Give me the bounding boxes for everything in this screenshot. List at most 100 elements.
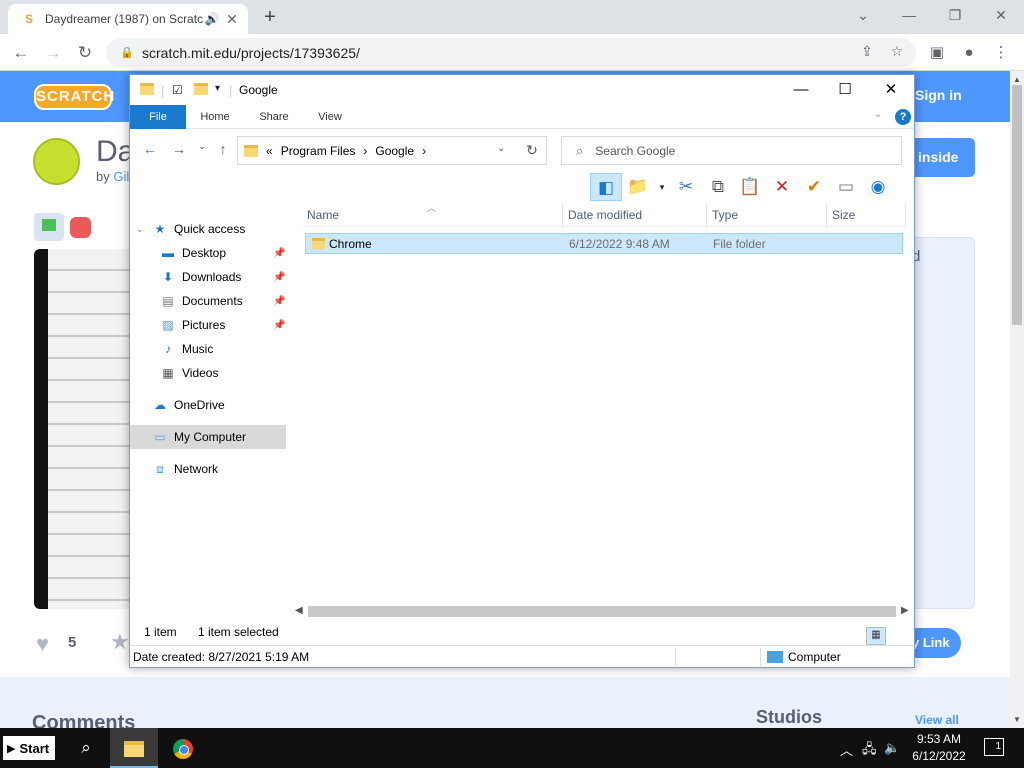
nav-pictures[interactable]: ▨ Pictures 📌 <box>130 313 286 337</box>
nav-downloads[interactable]: ⬇ Downloads 📌 <box>130 265 286 289</box>
forward-arrow-icon[interactable]: → <box>40 40 66 66</box>
back-arrow-icon[interactable]: ← <box>140 141 160 157</box>
checkmark-icon[interactable]: ✔ <box>798 173 830 201</box>
column-name[interactable]: Name <box>307 208 339 222</box>
close-button[interactable]: ✕ <box>868 79 914 101</box>
column-separator[interactable] <box>905 203 906 227</box>
nav-documents[interactable]: ▤ Documents 📌 <box>130 289 286 313</box>
large-icons-view-icon[interactable]: ▦ <box>866 627 886 645</box>
breadcrumb-program-files[interactable]: Program Files <box>281 144 356 158</box>
tab-search-icon[interactable]: ⌄ <box>840 4 886 26</box>
column-date-modified[interactable]: Date modified <box>568 208 642 222</box>
copy-icon[interactable]: ⧉ <box>702 173 734 201</box>
share-icon[interactable]: ⇪ <box>856 43 878 63</box>
nav-quick-access[interactable]: ⌄ ★ Quick access <box>130 217 286 241</box>
file-explorer-icon[interactable] <box>110 728 158 768</box>
scroll-thumb[interactable] <box>308 606 896 617</box>
back-arrow-icon[interactable]: ← <box>8 40 34 66</box>
search-box[interactable]: ⌕ Search Google <box>561 136 902 165</box>
scratch-logo[interactable]: SCRATCH <box>34 84 114 110</box>
chevron-up-icon[interactable]: ︿ <box>840 740 853 759</box>
expand-ribbon-icon[interactable]: ⌄ <box>874 109 882 120</box>
notification-icon[interactable]: 1 <box>984 738 1004 756</box>
file-row-chrome[interactable]: Chrome 6/12/2022 9:48 AM File folder <box>305 233 903 254</box>
tab-home[interactable]: Home <box>190 105 240 129</box>
cut-icon[interactable]: ✂ <box>670 173 702 201</box>
delete-icon[interactable]: ✕ <box>766 173 798 201</box>
new-folder-icon[interactable] <box>194 83 208 98</box>
minimize-button[interactable]: — <box>778 79 824 101</box>
nav-network[interactable]: ⧈ Network <box>130 457 286 481</box>
minimize-button[interactable]: — <box>886 4 932 26</box>
heart-icon[interactable]: ♥ <box>36 631 49 657</box>
column-type[interactable]: Type <box>712 208 738 222</box>
forward-arrow-icon[interactable]: → <box>169 141 189 157</box>
paste-icon[interactable]: 📋 <box>734 173 766 201</box>
tab-share[interactable]: Share <box>250 105 298 129</box>
customize-qat-icon[interactable]: ▾ <box>215 83 220 94</box>
clock[interactable]: 9:53 AM 6/12/2022 <box>904 731 974 765</box>
properties-icon[interactable]: ☑ <box>172 83 183 97</box>
chevron-right-icon[interactable]: › <box>363 144 367 158</box>
up-arrow-icon[interactable]: ↑ <box>213 141 233 157</box>
breadcrumb-google[interactable]: Google <box>375 144 414 158</box>
side-panel-icon[interactable]: ▣ <box>924 40 950 66</box>
restore-button[interactable]: ❐ <box>932 4 978 26</box>
column-separator[interactable] <box>826 203 827 227</box>
scroll-up-icon[interactable]: ▲ <box>1013 75 1021 84</box>
tab-view[interactable]: View <box>306 105 354 129</box>
scroll-left-icon[interactable]: ◀ <box>295 605 303 616</box>
help-icon[interactable]: ? <box>895 109 911 125</box>
chevron-down-icon[interactable]: ⌄ <box>497 143 505 154</box>
nav-onedrive[interactable]: ☁ OneDrive <box>130 393 286 417</box>
chevron-right-icon[interactable]: › <box>422 144 426 158</box>
new-folder-icon[interactable]: 📁 <box>622 173 654 201</box>
close-window-button[interactable]: ✕ <box>978 4 1024 26</box>
view-all-link[interactable]: View all <box>915 713 959 727</box>
search-icon[interactable]: ⌕ <box>62 728 110 768</box>
rename-icon[interactable]: ▭ <box>830 173 862 201</box>
avatar[interactable] <box>33 138 80 185</box>
nav-my-computer[interactable]: ▭ My Computer <box>130 425 286 449</box>
column-size[interactable]: Size <box>832 208 855 222</box>
pin-icon[interactable]: 📌 <box>273 272 285 283</box>
maximize-button[interactable]: ☐ <box>822 79 868 101</box>
horizontal-scrollbar[interactable]: ◀ ▶ <box>293 603 913 620</box>
scroll-down-icon[interactable]: ▼ <box>1013 715 1021 724</box>
column-separator[interactable] <box>562 203 563 227</box>
network-icon[interactable]: 🖧 <box>862 740 877 762</box>
author-link[interactable]: Gil <box>113 169 129 184</box>
sign-in-link[interactable]: Sign in <box>915 87 962 103</box>
breadcrumb-overflow[interactable]: « <box>266 144 273 158</box>
close-icon[interactable]: ✕ <box>224 11 240 28</box>
green-flag-button[interactable] <box>34 213 64 241</box>
nav-music[interactable]: ♪ Music <box>130 337 286 361</box>
recent-locations-icon[interactable]: ⌄ <box>192 141 212 152</box>
chevron-down-icon[interactable]: ▾ <box>654 173 670 201</box>
speaker-icon[interactable]: 🔊 <box>204 12 220 26</box>
refresh-icon[interactable]: ↻ <box>518 136 547 165</box>
scroll-right-icon[interactable]: ▶ <box>901 605 909 616</box>
preview-pane-icon[interactable]: ◧ <box>590 173 622 201</box>
browser-tab[interactable]: S Daydreamer (1987) on Scratch 🔊 ✕ <box>8 4 248 34</box>
star-icon[interactable]: ☆ <box>886 43 908 63</box>
favorite-star-icon[interactable]: ★ <box>110 629 130 655</box>
address-bar[interactable]: 🔒 scratch.mit.edu/projects/17393625/ <box>106 38 916 67</box>
pin-icon[interactable]: 📌 <box>273 296 285 307</box>
pin-icon[interactable]: 📌 <box>273 320 285 331</box>
project-stage[interactable] <box>34 249 134 609</box>
nav-videos[interactable]: ▦ Videos <box>130 361 286 385</box>
globe-icon[interactable]: ◉ <box>862 173 894 201</box>
page-scrollbar[interactable]: ▲ ▼ <box>1010 71 1024 728</box>
volume-icon[interactable]: 🔈 <box>884 740 900 756</box>
start-button[interactable]: ▶ Start <box>3 736 55 760</box>
stop-button[interactable] <box>70 217 91 238</box>
scroll-thumb[interactable] <box>1012 85 1022 325</box>
nav-desktop[interactable]: ▬ Desktop 📌 <box>130 241 286 265</box>
chevron-down-icon[interactable]: ⌄ <box>136 224 144 235</box>
see-inside-button[interactable]: inside <box>908 138 975 177</box>
kebab-menu-icon[interactable]: ⋮ <box>988 40 1014 66</box>
chrome-icon[interactable] <box>159 728 207 768</box>
tab-file[interactable]: File <box>130 105 186 129</box>
column-separator[interactable] <box>706 203 707 227</box>
